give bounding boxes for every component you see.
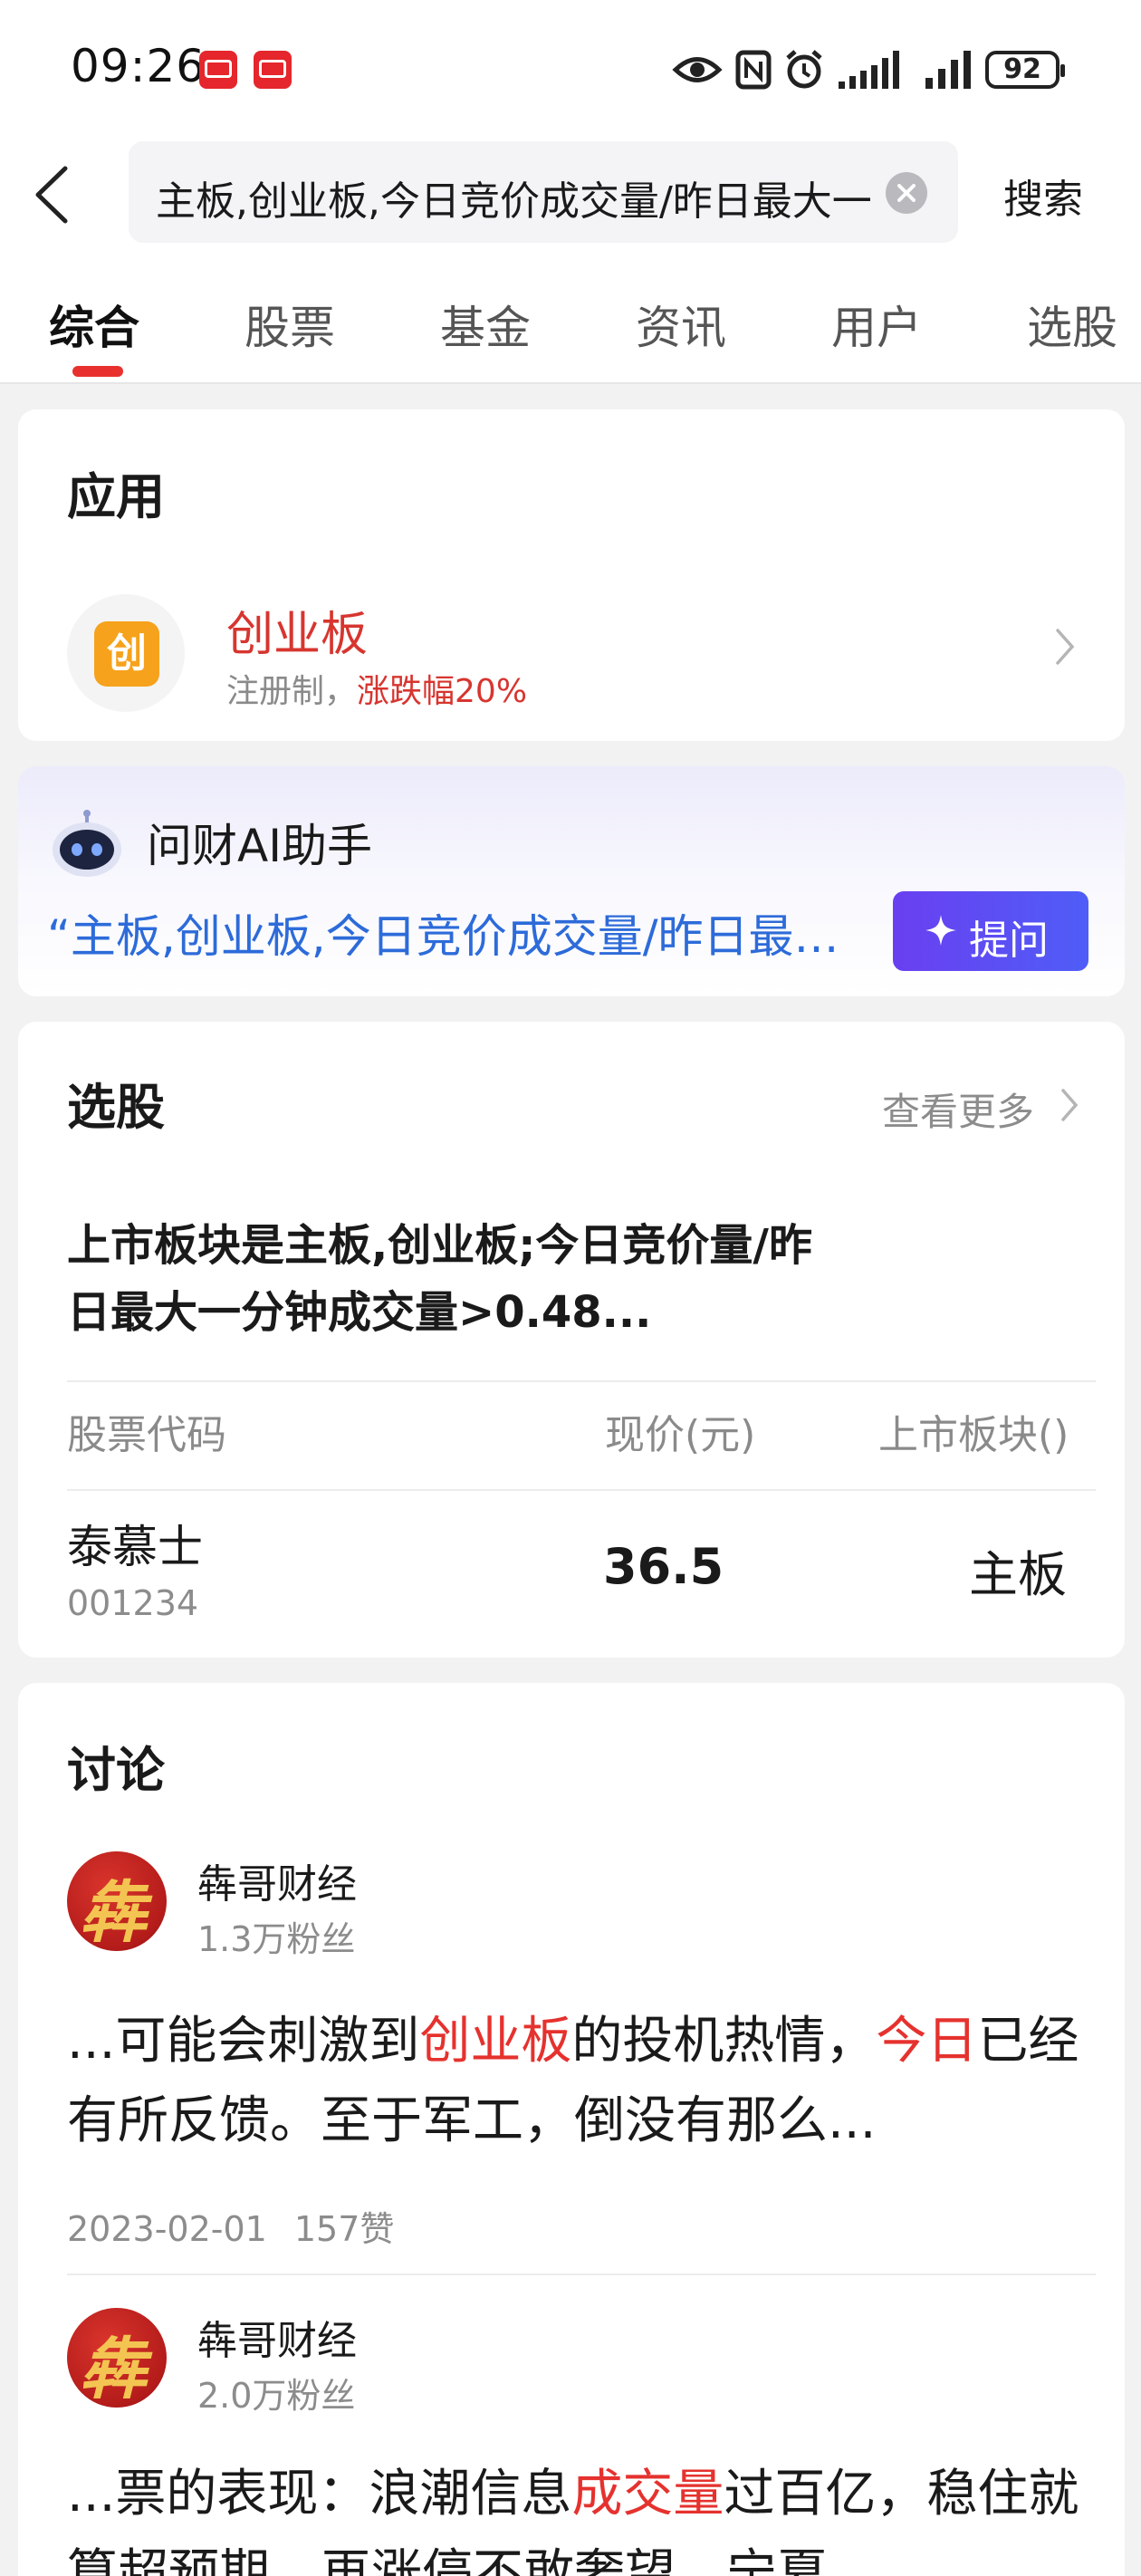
status-time: 09:26 <box>71 40 206 92</box>
ask-button[interactable]: 提问 <box>893 891 1088 971</box>
status-bar: 09:26 92 <box>0 0 1141 136</box>
ai-assistant-card: 问财AI助手 “主板,创业板,今日竞价成交量/昨日最大一分钟成交量” 提问 <box>18 766 1125 996</box>
close-icon <box>897 184 916 202</box>
picker-section-title: 选股 <box>67 1079 165 1136</box>
app-description: 注册制，涨跌幅20% <box>226 673 528 710</box>
category-tabs: 综合 股票 基金 资讯 用户 选股 <box>0 254 1141 384</box>
eye-icon <box>672 57 723 82</box>
back-arrow-icon[interactable] <box>25 163 80 226</box>
nfc-icon <box>735 50 772 90</box>
post-excerpt[interactable]: ...票的表现：浪潮信息成交量过百亿，稳住就算超预期，再涨停不敢奢望，宁夏... <box>67 2455 1081 2576</box>
view-more-link[interactable]: 查看更多 <box>882 1081 1034 1137</box>
ai-assistant-title: 问财AI助手 <box>147 820 372 872</box>
apps-section-title: 应用 <box>67 468 165 525</box>
search-button[interactable]: 搜索 <box>1003 167 1083 225</box>
stock-board: 主板 <box>969 1546 1067 1603</box>
search-input[interactable]: 主板,创业板,今日竞价成交量/昨日最大一分钟成交量 <box>129 141 958 243</box>
divider <box>67 1489 1096 1491</box>
notification-gift-icon <box>254 51 292 89</box>
tab-overview[interactable]: 综合 <box>49 292 139 357</box>
column-header-price: 现价(元) <box>605 1412 756 1458</box>
author-fans: 1.3万粉丝 <box>197 1919 356 1959</box>
notification-app-icon <box>199 51 237 89</box>
column-header-code: 股票代码 <box>67 1412 226 1458</box>
author-fans: 2.0万粉丝 <box>197 2376 356 2416</box>
battery-indicator: 92 <box>985 51 1065 89</box>
avatar[interactable]: 犇 <box>67 2308 167 2408</box>
alarm-icon <box>786 50 822 89</box>
stock-name: 泰慕士 <box>67 1521 203 1573</box>
stock-price: 36.5 <box>603 1538 724 1595</box>
post-meta: 2023-02-01 157赞 <box>67 2209 395 2249</box>
active-tab-indicator <box>72 366 123 377</box>
signal-1-icon <box>839 51 899 89</box>
list-item[interactable]: 犇 犇哥财经 1.3万粉丝 ...可能会刺激到创业板的投机热情，今日已经有所反馈… <box>18 1851 1125 2249</box>
clear-search-button[interactable] <box>886 172 927 214</box>
author-name[interactable]: 犇哥财经 <box>197 1851 357 1909</box>
apps-card: 应用 创 创业板 注册制，涨跌幅20% <box>18 409 1125 741</box>
picker-condition[interactable]: 上市板块是主板,创业板;今日竞价量/昨日最大一分钟成交量>0.48... <box>67 1212 846 1346</box>
search-query[interactable]: 主板,创业板,今日竞价成交量/昨日最大一分钟成交量 <box>156 168 871 226</box>
chevron-right-icon <box>1056 629 1075 665</box>
chevron-right-icon <box>1061 1089 1079 1121</box>
app-name[interactable]: 创业板 <box>226 596 368 664</box>
divider <box>67 2273 1096 2275</box>
discussion-section-title: 讨论 <box>67 1742 165 1799</box>
tab-news[interactable]: 资讯 <box>636 292 726 357</box>
post-excerpt[interactable]: ...可能会刺激到创业板的投机热情，今日已经有所反馈。至于军工，倒没有那么... <box>67 2002 1081 2161</box>
column-header-board: 上市板块() <box>878 1412 1069 1458</box>
chinext-app-icon: 创 <box>94 621 159 687</box>
stock-code: 001234 <box>67 1583 199 1623</box>
signal-2-icon <box>925 51 971 89</box>
search-header: 主板,创业板,今日竞价成交量/昨日最大一分钟成交量 搜索 <box>0 136 1141 254</box>
ai-suggested-query[interactable]: “主板,创业板,今日竞价成交量/昨日最大一分钟成交量” <box>47 900 880 966</box>
ask-button-label: 提问 <box>969 918 1049 964</box>
tab-users[interactable]: 用户 <box>831 292 922 357</box>
discussion-card: 讨论 犇 犇哥财经 1.3万粉丝 ...可能会刺激到创业板的投机热情，今日已经有… <box>18 1683 1125 2576</box>
stock-picker-card: 选股 查看更多 上市板块是主板,创业板;今日竞价量/昨日最大一分钟成交量>0.4… <box>18 1022 1125 1658</box>
robot-icon <box>53 810 121 877</box>
sparkle-icon <box>925 915 956 946</box>
app-logo-wrap: 创 <box>67 594 185 712</box>
tab-stocks[interactable]: 股票 <box>244 292 335 357</box>
tab-stock-picker[interactable]: 选股 <box>1027 292 1117 357</box>
avatar[interactable]: 犇 <box>67 1851 167 1951</box>
divider <box>67 1380 1096 1382</box>
author-name[interactable]: 犇哥财经 <box>197 2308 357 2366</box>
tab-funds[interactable]: 基金 <box>440 292 531 357</box>
list-item[interactable]: 犇 犇哥财经 2.0万粉丝 ...票的表现：浪潮信息成交量过百亿，稳住就算超预期… <box>18 2308 1125 2576</box>
